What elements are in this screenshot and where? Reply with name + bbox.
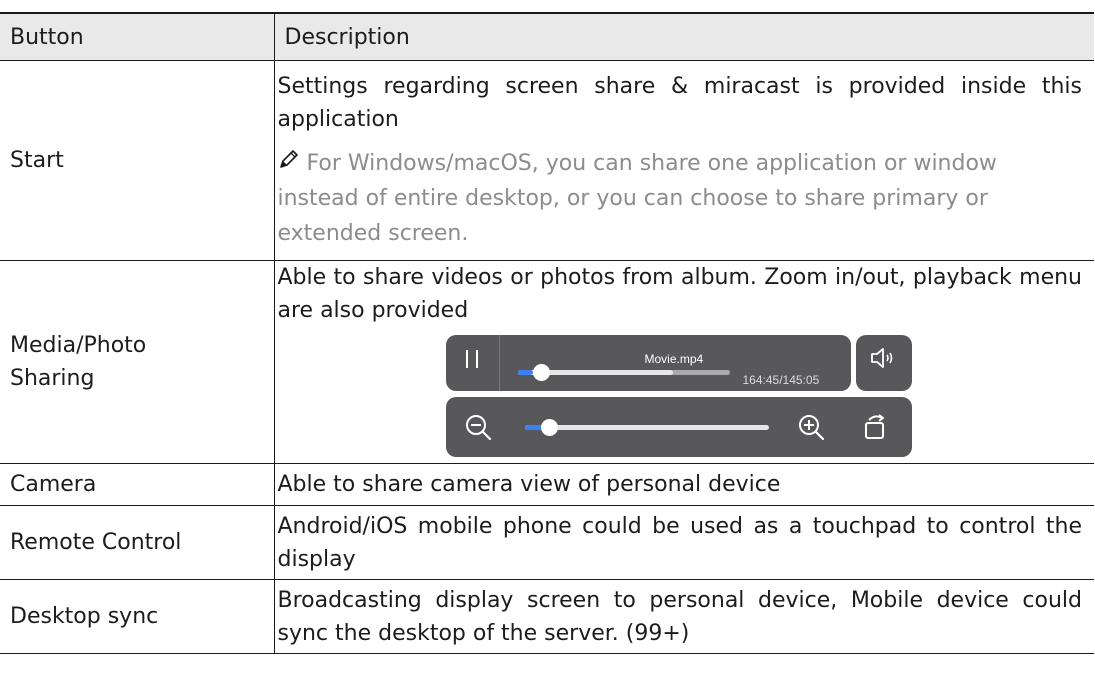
row-description: Settings regarding screen share & miraca… — [273, 60, 1094, 261]
table-row-desktop-sync: Desktop sync Broadcasting display screen… — [0, 579, 1094, 654]
table-header-row: Button Description — [0, 12, 1094, 61]
row-button-label: Desktop sync — [0, 579, 274, 654]
zoom-out-icon[interactable] — [464, 413, 494, 453]
row-description: Android/iOS mobile phone could be used a… — [273, 505, 1094, 580]
zoom-in-icon[interactable] — [797, 413, 827, 453]
table-row-camera: Camera Able to share camera view of pers… — [0, 463, 1094, 506]
table-row-start: Start Settings regarding screen share & … — [0, 60, 1094, 261]
media-controls-figure: Movie.mp4 164:45/145:05 — [445, 335, 912, 463]
row-description: Able to share camera view of personal de… — [273, 463, 1094, 506]
time-display: 164:45/145:05 — [742, 373, 820, 387]
row-description: Able to share videos or photos from albu… — [273, 260, 1094, 464]
rotate-icon[interactable] — [860, 412, 890, 452]
row-button-label: Camera — [0, 463, 274, 506]
volume-icon — [869, 346, 899, 380]
note-text: For Windows/macOS, you can share one app… — [278, 146, 1083, 251]
header-button: Button — [0, 12, 274, 61]
table-row-remote-control: Remote Control Android/iOS mobile phone … — [0, 505, 1094, 580]
volume-button[interactable] — [855, 335, 912, 391]
header-description: Description — [273, 12, 1094, 61]
zoom-slider-handle[interactable] — [540, 419, 558, 436]
zoom-bar — [445, 397, 912, 457]
note-body: For Windows/macOS, you can share one app… — [277, 151, 997, 246]
played-fill — [517, 370, 533, 375]
table-row-media-sharing: Media/Photo Sharing Able to share videos… — [0, 260, 1094, 464]
row-button-label: Start — [0, 60, 274, 261]
description-text: Settings regarding screen share & miraca… — [277, 74, 1083, 132]
playback-bar: Movie.mp4 164:45/145:05 — [445, 335, 851, 391]
zoom-slider[interactable] — [524, 425, 769, 430]
pencil-icon — [278, 146, 300, 181]
row-description: Broadcasting display screen to personal … — [273, 579, 1094, 654]
player-row: Movie.mp4 164:45/145:05 — [445, 335, 912, 393]
pause-button[interactable] — [446, 335, 500, 391]
pause-icon — [463, 347, 481, 380]
track-area: Movie.mp4 164:45/145:05 — [500, 335, 851, 391]
row-button-label: Media/Photo Sharing — [0, 260, 274, 464]
feature-table: Button Description Start Settings regard… — [0, 12, 1094, 654]
description-text: Able to share videos or photos from albu… — [277, 265, 1083, 323]
row-button-label: Remote Control — [0, 505, 274, 580]
playback-slider-handle[interactable] — [532, 364, 550, 381]
